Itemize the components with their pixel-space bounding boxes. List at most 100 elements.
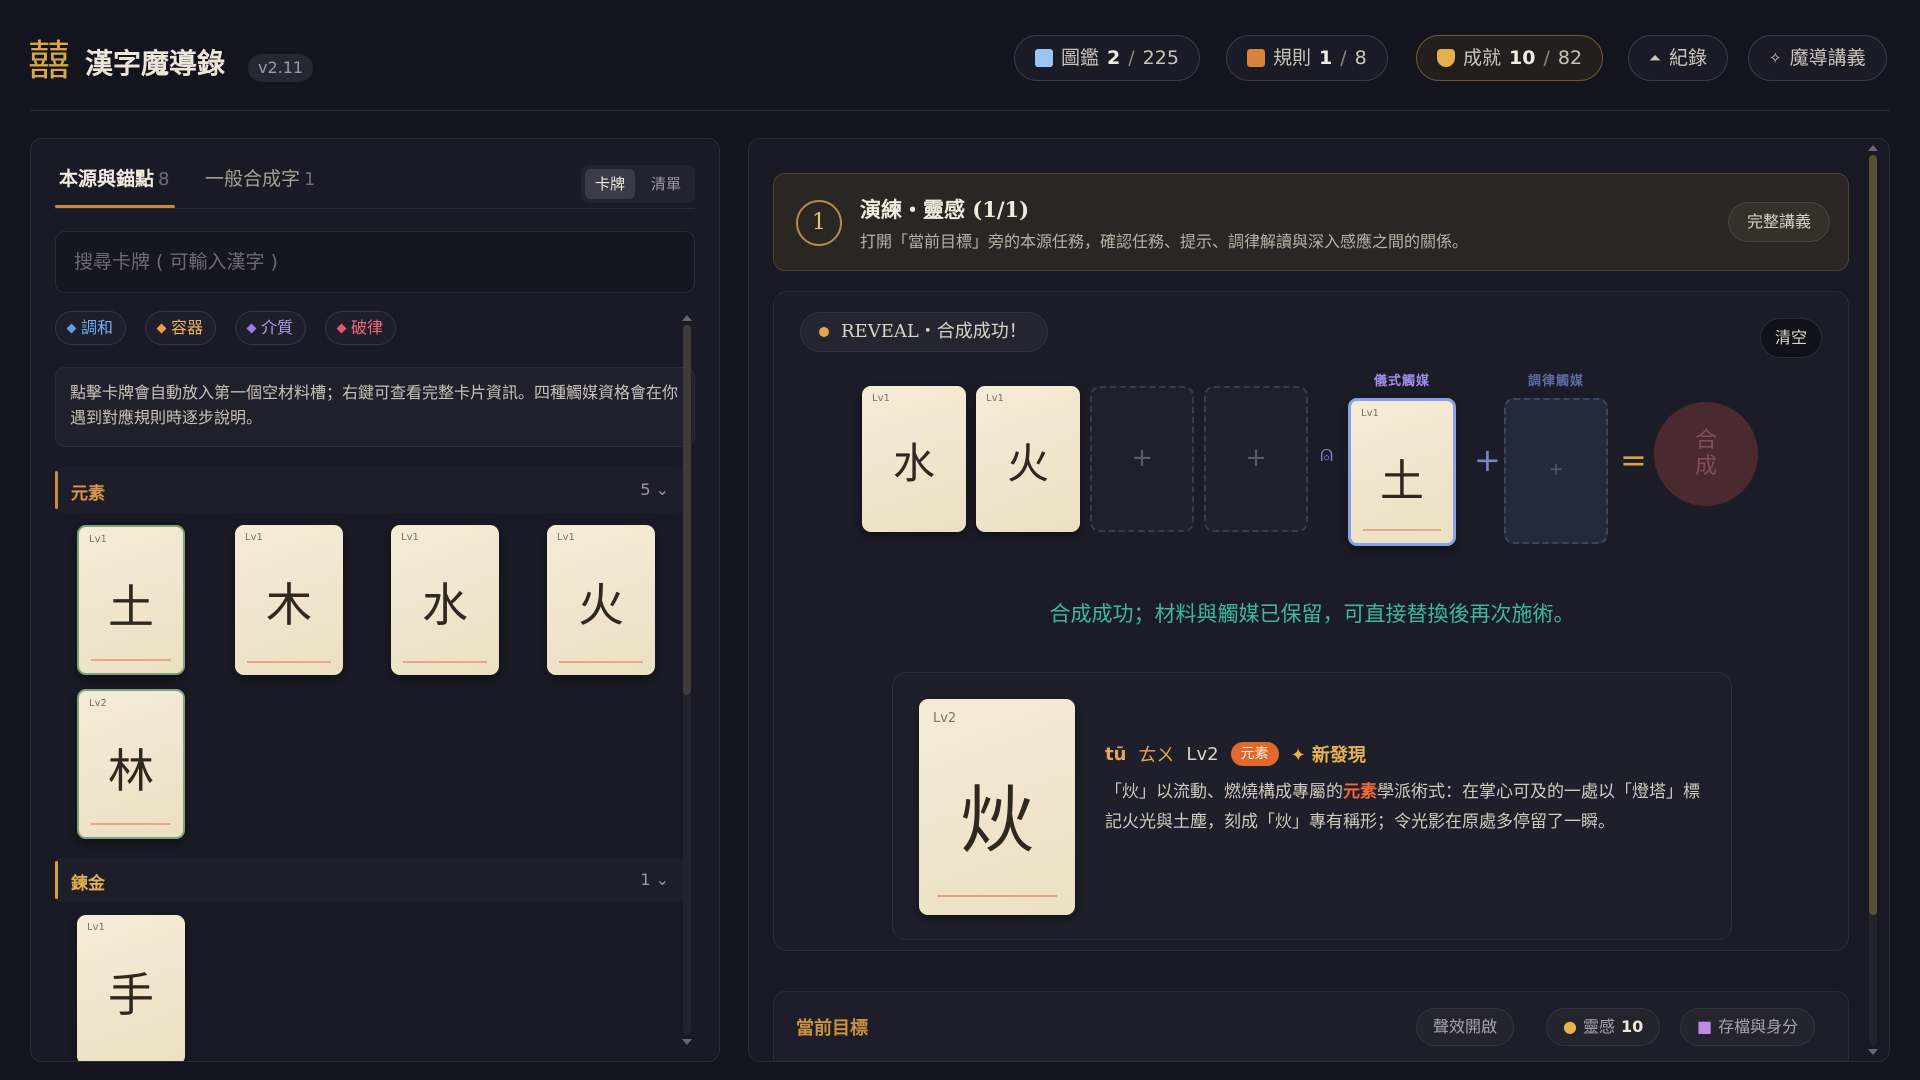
lectures-button[interactable]: ✧ 魔導講義 bbox=[1748, 35, 1887, 81]
synthesize-button[interactable]: 合 成 bbox=[1654, 402, 1758, 506]
inspiration-value: 10 bbox=[1620, 1017, 1644, 1036]
card-level: Lv1 bbox=[1361, 408, 1379, 419]
group-accent-bar bbox=[55, 471, 58, 509]
result-zhuyin: ㄊㄨ bbox=[1138, 745, 1175, 766]
library-scroll-thumb[interactable] bbox=[683, 325, 691, 695]
sparkle-icon: ✧ bbox=[1769, 49, 1782, 67]
group-header-elements[interactable]: 元素 5 ⌄ bbox=[55, 467, 683, 513]
catalyst-link-icon: ⍝ bbox=[1320, 442, 1334, 467]
crafting-panel: 1 演練・靈感 (1/1) 打開「當前目標」旁的本源任務，確認任務、提示、調律解… bbox=[748, 138, 1890, 1062]
filter-rule-break-label: 破律 bbox=[351, 318, 384, 337]
current-goal-bar: 當前目標 聲效開啟 ● 靈感 10 ■ 存檔與身分 bbox=[773, 991, 1849, 1061]
filter-vessel-label: 容器 bbox=[171, 318, 204, 337]
card-character: 火 bbox=[1006, 439, 1049, 488]
clear-button[interactable]: 清空 bbox=[1760, 318, 1822, 358]
group-name: 鍊金 bbox=[71, 874, 105, 894]
card-character: 木 bbox=[266, 578, 312, 632]
rules-button[interactable]: 規則 1 / 8 bbox=[1226, 35, 1388, 81]
filter-vessel[interactable]: 容器 bbox=[145, 311, 217, 345]
result-desc-part: 「炏」以流動、燃燒構成專屬的 bbox=[1105, 782, 1343, 802]
inspiration-counter[interactable]: ● 靈感 10 bbox=[1546, 1008, 1661, 1046]
card-library-panel: 本源與錨點 8 一般合成字 1 卡牌 清單 搜尋卡牌 ( 可輸入漢字 ) 調和 容器… bbox=[30, 138, 720, 1062]
card-underline bbox=[91, 659, 171, 661]
material-slot-empty[interactable]: + bbox=[1204, 386, 1308, 532]
card-character: 火 bbox=[578, 578, 624, 632]
plus-icon: + bbox=[1474, 441, 1501, 479]
achievements-total: 82 bbox=[1557, 47, 1583, 69]
book-icon bbox=[1035, 49, 1053, 67]
scroll-up-arrow[interactable] bbox=[682, 315, 692, 321]
app-logo: 囍 bbox=[28, 36, 71, 85]
result-desc-highlight: 元素 bbox=[1343, 782, 1377, 802]
card-character: 土 bbox=[108, 580, 154, 634]
scroll-down-arrow[interactable] bbox=[682, 1039, 692, 1045]
diamond-icon bbox=[156, 323, 167, 333]
group-count: 5 ⌄ bbox=[640, 480, 669, 499]
sound-toggle-button[interactable]: 聲效開啟 bbox=[1416, 1008, 1515, 1046]
crafting-scroll-thumb[interactable] bbox=[1869, 155, 1877, 915]
filter-medium[interactable]: 介質 bbox=[235, 311, 307, 345]
library-card[interactable]: Lv1 木 bbox=[235, 525, 343, 675]
inspiration-label: 靈感 bbox=[1582, 1017, 1615, 1036]
tuning-catalyst-label: 調律觸媒 bbox=[1527, 374, 1584, 389]
tutorial-title: 演練・靈感 (1/1) bbox=[860, 197, 1030, 222]
group-count: 1 ⌄ bbox=[640, 870, 669, 889]
result-pinyin: tū bbox=[1105, 743, 1127, 765]
full-lecture-button[interactable]: 完整講義 bbox=[1727, 202, 1830, 242]
material-slot-filled[interactable]: Lv1 火 bbox=[976, 386, 1080, 532]
scroll-up-arrow[interactable] bbox=[1868, 145, 1878, 151]
card-level: Lv1 bbox=[89, 534, 107, 545]
tab-general-count: 1 bbox=[304, 169, 316, 190]
tutorial-banner: 1 演練・靈感 (1/1) 打開「當前目標」旁的本源任務，確認任務、提示、調律解… bbox=[773, 173, 1849, 271]
material-slot-empty[interactable]: + bbox=[1090, 386, 1194, 532]
card-search-input[interactable]: 搜尋卡牌 ( 可輸入漢字 ) bbox=[55, 231, 695, 293]
rules-label: 規則 bbox=[1273, 47, 1312, 69]
library-card[interactable]: Lv1 土 bbox=[77, 525, 185, 675]
equals-icon: = bbox=[1620, 441, 1647, 479]
lightbulb-icon: ● bbox=[1563, 1017, 1577, 1036]
card-level: Lv1 bbox=[245, 532, 263, 543]
filter-rule-break[interactable]: 破律 bbox=[325, 311, 397, 345]
filter-harmony[interactable]: 調和 bbox=[55, 311, 127, 345]
card-underline bbox=[937, 895, 1057, 897]
ritual-catalyst-slot[interactable]: Lv1 土 bbox=[1348, 398, 1456, 546]
scroll-down-arrow[interactable] bbox=[1868, 1049, 1878, 1055]
current-goal-title[interactable]: 當前目標 bbox=[796, 1014, 868, 1040]
tuning-catalyst-slot[interactable]: + bbox=[1504, 398, 1608, 544]
codex-label: 圖鑑 bbox=[1061, 47, 1100, 69]
library-card[interactable]: Lv1 火 bbox=[547, 525, 655, 675]
app-header: 囍 漢字魔導錄 v2.11 圖鑑 2 / 225 規則 1 / 8 成就 10 … bbox=[0, 0, 1920, 110]
card-character: 炏 bbox=[960, 778, 1034, 864]
result-description: 「炏」以流動、燃燒構成專屬的元素學派術式：在掌心可及的一處以「燈塔」標記火光與土… bbox=[1105, 777, 1705, 837]
library-card[interactable]: Lv1 水 bbox=[391, 525, 499, 675]
achievements-separator: / bbox=[1543, 47, 1550, 69]
diamond-icon bbox=[66, 323, 77, 333]
achievements-button[interactable]: 成就 10 / 82 bbox=[1416, 35, 1604, 81]
tab-origins-anchors[interactable]: 本源與錨點 8 bbox=[59, 167, 169, 192]
codex-button[interactable]: 圖鑑 2 / 225 bbox=[1014, 35, 1200, 81]
save-identity-button[interactable]: ■ 存檔與身分 bbox=[1680, 1008, 1816, 1046]
new-discovery-badge: ✦ 新發現 bbox=[1290, 745, 1366, 766]
result-card[interactable]: Lv2 炏 bbox=[919, 699, 1075, 915]
library-card[interactable]: Lv1 手 bbox=[77, 915, 185, 1061]
codex-total: 225 bbox=[1142, 47, 1179, 69]
group-name: 元素 bbox=[71, 484, 105, 504]
card-character: 水 bbox=[422, 578, 468, 632]
tutorial-step-number: 1 bbox=[796, 200, 842, 246]
view-cards-button[interactable]: 卡牌 bbox=[585, 169, 635, 199]
version-badge: v2.11 bbox=[248, 54, 314, 82]
material-slot-filled[interactable]: Lv1 水 bbox=[862, 386, 966, 532]
card-underline bbox=[559, 661, 643, 663]
tab-general-compounds[interactable]: 一般合成字 1 bbox=[205, 167, 315, 192]
card-level: Lv1 bbox=[401, 532, 419, 543]
records-button[interactable]: ⏶ 紀錄 bbox=[1628, 35, 1729, 81]
view-list-button[interactable]: 清單 bbox=[641, 169, 691, 199]
library-card[interactable]: Lv2 林 bbox=[77, 689, 185, 839]
rules-current: 1 bbox=[1319, 47, 1333, 69]
records-label: 紀錄 bbox=[1669, 47, 1708, 69]
card-underline bbox=[1363, 529, 1441, 531]
filter-harmony-label: 調和 bbox=[81, 318, 114, 337]
group-header-alchemy[interactable]: 鍊金 1 ⌄ bbox=[55, 857, 683, 903]
card-level: Lv1 bbox=[986, 393, 1004, 404]
sound-label: 聲效開啟 bbox=[1433, 1017, 1498, 1036]
